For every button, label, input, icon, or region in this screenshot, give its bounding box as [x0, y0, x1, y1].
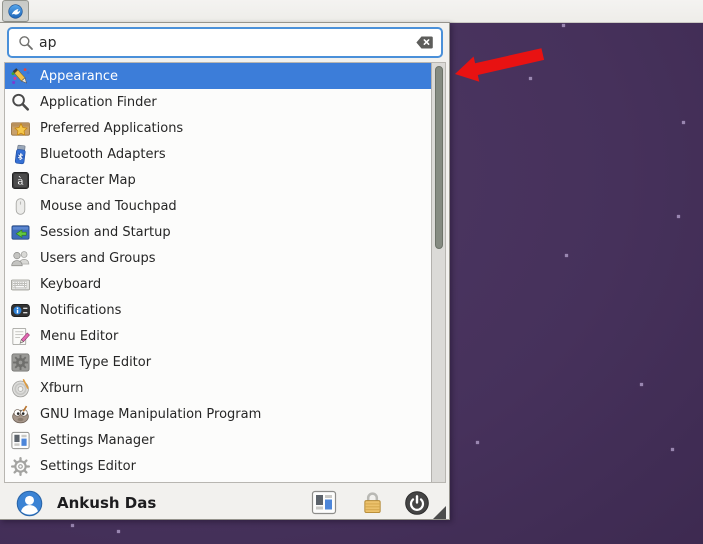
menu-editor-icon — [10, 326, 31, 347]
gimp-icon — [10, 404, 31, 425]
menu-item[interactable]: Mouse and Touchpad — [5, 193, 436, 219]
character-map-icon: à — [10, 170, 31, 191]
xfburn-icon — [10, 378, 31, 399]
appearance-icon — [10, 66, 31, 87]
menu-item[interactable]: Notifications — [5, 297, 436, 323]
menu-item[interactable]: Users and Groups — [5, 245, 436, 271]
menu-item[interactable]: Menu Editor — [5, 323, 436, 349]
all-settings-button[interactable] — [311, 490, 337, 515]
menu-footer: Ankush Das — [0, 487, 448, 520]
whisker-menu-button[interactable] — [2, 0, 29, 22]
users-groups-icon — [10, 248, 31, 269]
settings-editor-icon — [10, 456, 31, 477]
menu-item[interactable]: Session and Startup — [5, 219, 436, 245]
whisker-menu: Appearance Application Finder Preferred … — [0, 22, 450, 520]
scrollbar-thumb[interactable] — [435, 66, 443, 249]
search-icon — [18, 35, 34, 51]
menu-item[interactable]: Preferred Applications — [5, 115, 436, 141]
resize-grip[interactable] — [433, 506, 446, 519]
xubuntu-logo-icon — [7, 3, 24, 20]
search-input[interactable] — [39, 31, 399, 54]
application-finder-icon — [10, 92, 31, 113]
notifications-icon — [10, 300, 31, 321]
log-out-button[interactable] — [404, 490, 430, 516]
settings-tiles-icon — [311, 490, 337, 515]
session-startup-icon — [10, 222, 31, 243]
menu-item[interactable]: Keyboard — [5, 271, 436, 297]
username-label: Ankush Das — [57, 487, 156, 520]
menu-item[interactable]: Application Finder — [5, 89, 436, 115]
user-avatar-icon[interactable] — [16, 490, 43, 517]
menu-item[interactable]: Bluetooth Adapters — [5, 141, 436, 167]
menu-item[interactable]: Settings Editor — [5, 453, 436, 479]
menu-item[interactable]: Settings Manager — [5, 427, 436, 453]
menu-item[interactable]: GNU Image Manipulation Program — [5, 401, 436, 427]
svg-text:à: à — [17, 175, 23, 187]
settings-manager-icon — [10, 430, 31, 451]
bluetooth-adapters-icon — [10, 144, 31, 165]
menu-item[interactable]: MIME Type Editor — [5, 349, 436, 375]
mouse-touchpad-icon — [10, 196, 31, 217]
scrollbar[interactable] — [431, 63, 445, 482]
menu-item-list: Appearance Application Finder Preferred … — [4, 62, 446, 483]
top-panel — [0, 0, 703, 23]
preferred-applications-icon — [10, 118, 31, 139]
menu-item[interactable]: Appearance — [5, 63, 436, 89]
lock-icon — [361, 490, 384, 515]
clear-backspace-icon — [415, 34, 434, 51]
lock-screen-button[interactable] — [361, 490, 384, 515]
menu-item[interactable]: à Character Map — [5, 167, 436, 193]
menu-item[interactable]: Xfburn — [5, 375, 436, 401]
search-box — [7, 27, 443, 58]
clear-search-button[interactable] — [415, 34, 434, 51]
power-icon — [404, 490, 430, 516]
keyboard-icon — [10, 274, 31, 295]
mime-type-editor-icon — [10, 352, 31, 373]
